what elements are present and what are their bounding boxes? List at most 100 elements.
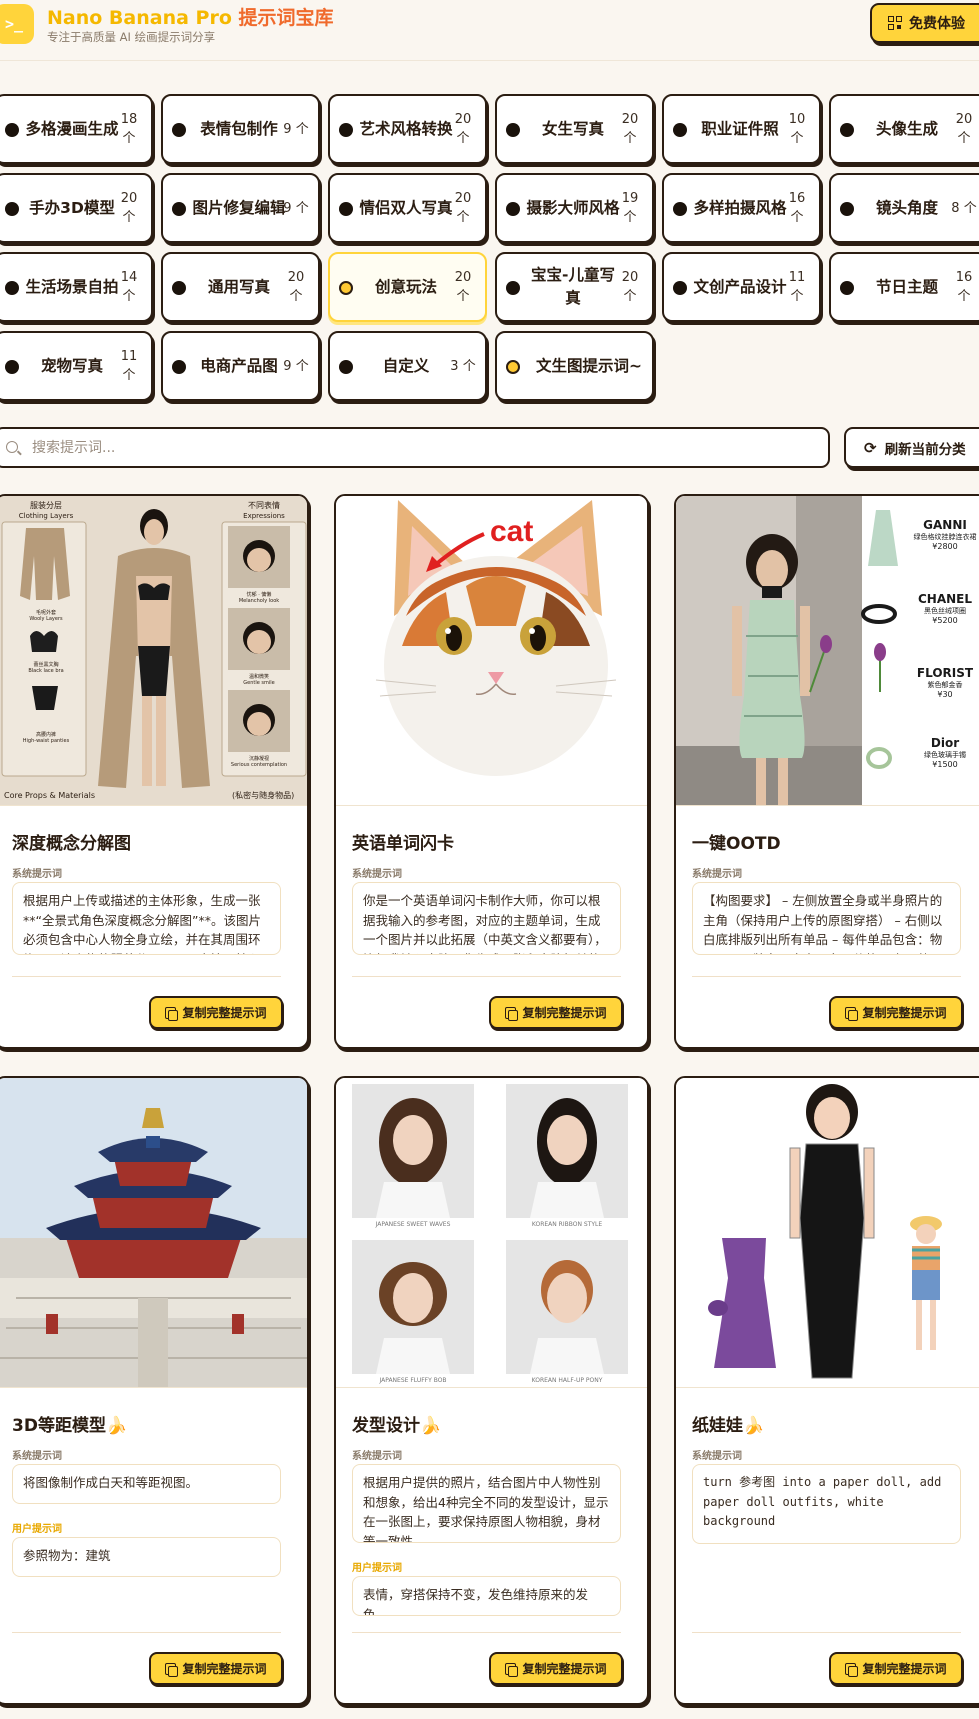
category-count: 20 个: [621, 270, 639, 304]
category-dot-icon: [339, 202, 353, 216]
category-button[interactable]: 节日主题 16 个: [829, 252, 979, 322]
category-name: 多格漫画生成: [25, 119, 119, 138]
copy-prompt-button[interactable]: 复制完整提示词: [829, 1652, 963, 1685]
category-count: 11 个: [788, 270, 806, 304]
system-prompt-label: 系统提示词: [692, 1451, 742, 1462]
category-button[interactable]: 宝宝-儿童写真 20 个: [495, 252, 654, 322]
category-dot-icon: [339, 123, 353, 137]
category-button[interactable]: 手办3D模型 20 个: [0, 173, 153, 243]
category-name: 头像生成: [875, 119, 938, 138]
ootd-price: ¥2800: [932, 542, 958, 551]
prompt-card[interactable]: GANNI 绿色格纹挂脖连衣裙 ¥2800 CHANEL 黑色丝绒项圈 ¥5200 FLOR…: [674, 494, 979, 1049]
copy-prompt-button[interactable]: 复制完整提示词: [149, 1652, 283, 1685]
category-button[interactable]: 文生图提示词~: [495, 331, 654, 401]
user-prompt-text[interactable]: 参照物为：建筑: [12, 1537, 281, 1577]
prompt-card[interactable]: JAPANESE SWEET WAVES KOREAN RIBBON STYLE J…: [334, 1076, 649, 1705]
category-button[interactable]: 电商产品图 9 个: [161, 331, 320, 401]
category-button[interactable]: 生活场景自拍 14 个: [0, 252, 153, 322]
category-name: 电商产品图: [200, 356, 278, 375]
category-button[interactable]: 摄影大师风格 19 个: [495, 173, 654, 243]
ootd-desc: 紫色郁金香: [927, 681, 963, 689]
copy-prompt-button[interactable]: 复制完整提示词: [829, 996, 963, 1029]
copy-icon: [165, 1006, 179, 1021]
category-button[interactable]: 多格漫画生成 18 个: [0, 94, 153, 164]
system-prompt-text[interactable]: 根据用户上传或描述的主体形象，生成一张**“全景式角色深度概念分解图”**。该图…: [12, 882, 281, 955]
copy-prompt-button[interactable]: 复制完整提示词: [149, 996, 283, 1029]
prompt-card[interactable]: 3D等距模型🍌 系统提示词 将图像制作成白天和等距视图。 用户提示词 参照物为：…: [0, 1076, 309, 1705]
card-divider: [692, 976, 961, 977]
image-caption: Gentle smile: [243, 680, 274, 686]
terminal-logo-icon[interactable]: >_: [0, 4, 34, 44]
image-caption: 高腰内裤: [36, 731, 56, 738]
category-name: 节日主题: [875, 277, 938, 296]
category-name: 文创产品设计: [693, 277, 787, 296]
card-image: cat: [336, 496, 647, 806]
copy-prompt-button[interactable]: 复制完整提示词: [489, 996, 623, 1029]
category-name: 生活场景自拍: [25, 277, 119, 296]
ootd-brand: FLORIST: [916, 666, 974, 680]
category-button[interactable]: 职业证件照 10 个: [662, 94, 821, 164]
category-count: 9 个: [283, 121, 309, 137]
category-button[interactable]: 通用写真 20 个: [161, 252, 320, 322]
system-prompt-label: 系统提示词: [12, 869, 62, 880]
category-button[interactable]: 多样拍摄风格 16 个: [662, 173, 821, 243]
free-trial-button[interactable]: 免费体验: [870, 3, 979, 43]
search-input[interactable]: [32, 437, 732, 459]
category-count: 20 个: [454, 112, 472, 146]
hairstyle-caption: JAPANESE SWEET WAVES: [375, 1221, 451, 1228]
category-dot-icon: [673, 281, 687, 295]
category-name: 艺术风格转换: [359, 119, 453, 138]
image-caption: 沉静凝视: [249, 755, 269, 762]
card-divider: [352, 1632, 621, 1633]
refresh-category-button[interactable]: ⟳ 刷新当前分类: [844, 427, 979, 468]
prompt-card[interactable]: 纸娃娃🍌 系统提示词 turn 参考图 into a paper doll, a…: [674, 1076, 979, 1705]
card-title: 发型设计🍌: [352, 1416, 442, 1436]
category-button[interactable]: 文创产品设计 11 个: [662, 252, 821, 322]
ootd-item-label: Dior 绿色玻璃手镯 ¥1500: [900, 736, 979, 769]
card-divider: [352, 976, 621, 977]
card-title: 一键OOTD: [692, 834, 781, 854]
category-count: 20 个: [955, 112, 973, 146]
card-image: [0, 1078, 307, 1388]
card-image: 服装分层 Clothing Layers 不同表情 Expressions 毛呢…: [0, 496, 307, 806]
category-button[interactable]: 自定义 3 个: [328, 331, 487, 401]
card-title: 3D等距模型🍌: [12, 1416, 128, 1436]
category-name: 女生写真: [541, 119, 604, 138]
prompt-card[interactable]: cat 英语单词闪卡 系统提示词 你是一个英语单词闪卡制作大师，你可以根据我输入…: [334, 494, 649, 1049]
category-dot-icon: [840, 281, 854, 295]
category-button[interactable]: 女生写真 20 个: [495, 94, 654, 164]
system-prompt-text[interactable]: 根据用户提供的照片，结合图片中人物性别和想象，给出4种完全不同的发型设计，显示在…: [352, 1464, 621, 1543]
app-header: >_ Nano Banana Pro 提示词宝库 专注于高质量 AI 绘画提示词…: [0, 0, 979, 61]
category-name: 多样拍摄风格: [693, 198, 787, 217]
search-bar: [0, 427, 830, 468]
image-caption: Wooly Layers: [29, 616, 63, 622]
category-dot-icon: [506, 123, 520, 137]
system-prompt-label: 系统提示词: [692, 869, 742, 880]
category-button[interactable]: 图片修复编辑 9 个: [161, 173, 320, 243]
copy-prompt-button[interactable]: 复制完整提示词: [489, 1652, 623, 1685]
category-button[interactable]: 表情包制作 9 个: [161, 94, 320, 164]
system-prompt-text[interactable]: 【构图要求】 – 左侧放置全身或半身照片的主角（保持用户上传的原图穿搭） – 右…: [692, 882, 961, 955]
category-button[interactable]: 头像生成 20 个: [829, 94, 979, 164]
category-dot-icon: [172, 360, 186, 374]
prompt-card[interactable]: 服装分层 Clothing Layers 不同表情 Expressions 毛呢…: [0, 494, 309, 1049]
category-button[interactable]: 创意玩法 20 个: [328, 252, 487, 322]
category-count: 9 个: [283, 200, 309, 216]
system-prompt-text[interactable]: 你是一个英语单词闪卡制作大师，你可以根据我输入的参考图，对应的主题单词，生成一个…: [352, 882, 621, 955]
image-caption: 毛呢外套: [36, 609, 56, 616]
system-prompt-text[interactable]: turn 参考图 into a paper doll, add paper do…: [692, 1464, 961, 1544]
category-dot-icon: [506, 360, 520, 374]
category-button[interactable]: 镜头角度 8 个: [829, 173, 979, 243]
category-count: 20 个: [120, 191, 138, 225]
category-button[interactable]: 情侣双人写真 20 个: [328, 173, 487, 243]
card-divider: [12, 1632, 281, 1633]
copy-icon: [165, 1662, 179, 1677]
ootd-price: ¥30: [937, 690, 953, 699]
category-count: 14 个: [120, 270, 138, 304]
card-title: 英语单词闪卡: [352, 834, 454, 854]
ootd-item-label: GANNI 绿色格纹挂脖连衣裙 ¥2800: [900, 518, 979, 551]
category-button[interactable]: 宠物写真 11 个: [0, 331, 153, 401]
system-prompt-text[interactable]: 将图像制作成白天和等距视图。: [12, 1464, 281, 1504]
category-button[interactable]: 艺术风格转换 20 个: [328, 94, 487, 164]
user-prompt-text[interactable]: 表情，穿搭保持不变，发色维持原来的发色。: [352, 1576, 621, 1616]
